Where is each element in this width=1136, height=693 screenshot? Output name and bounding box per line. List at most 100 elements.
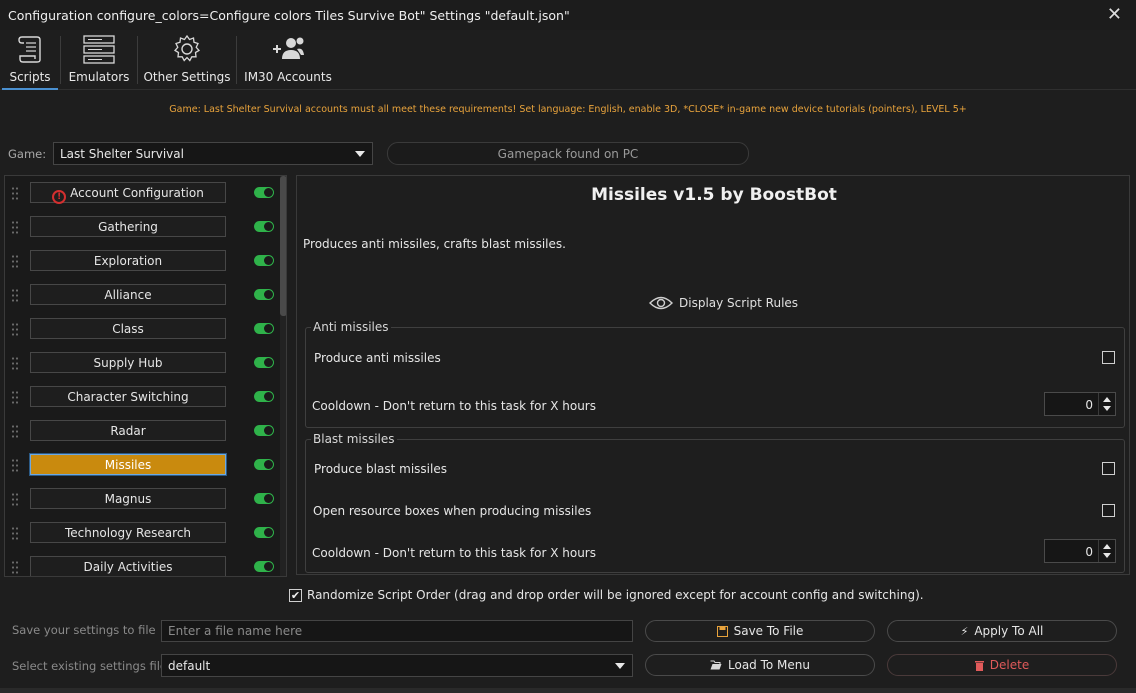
window-title: Configuration configure_colors=Configure… [8, 8, 570, 23]
game-select-value: Last Shelter Survival [60, 147, 184, 161]
anti-cooldown-label: Cooldown - Don't return to this task for… [312, 399, 596, 413]
title-bar: Configuration configure_colors=Configure… [0, 0, 1136, 30]
display-rules-button[interactable]: Display Script Rules [649, 293, 798, 313]
script-list: ! Account Configuration Gathering Explora… [4, 175, 287, 577]
script-label: Account Configuration [70, 186, 204, 200]
open-boxes-label: Open resource boxes when producing missi… [313, 504, 592, 518]
script-button[interactable]: Alliance [30, 284, 226, 305]
game-select[interactable]: Last Shelter Survival [53, 142, 373, 165]
drag-handle-icon[interactable] [11, 390, 19, 404]
list-item: Class [5, 312, 280, 346]
script-button[interactable]: Supply Hub [30, 352, 226, 373]
tab-im30-accounts-label: IM30 Accounts [244, 70, 332, 84]
drag-handle-icon[interactable] [11, 356, 19, 370]
group-title: Anti missiles [311, 320, 391, 334]
script-list-scrollbar[interactable] [280, 176, 286, 576]
drag-handle-icon[interactable] [11, 220, 19, 234]
tab-other-settings[interactable]: Other Settings [143, 30, 231, 90]
stepper-arrows[interactable] [1098, 393, 1115, 415]
script-button-selected[interactable]: Missiles [29, 453, 227, 476]
list-item: ! Account Configuration [5, 176, 280, 210]
list-item: Daily Activities [5, 550, 280, 576]
chevron-down-icon[interactable] [1103, 406, 1111, 411]
script-button[interactable]: Gathering [30, 216, 226, 237]
save-to-file-label: Save To File [733, 624, 804, 638]
randomize-option[interactable]: ✔ Randomize Script Order (drag and drop … [289, 587, 924, 603]
script-toggle[interactable] [254, 187, 274, 198]
script-button[interactable]: Technology Research [30, 522, 226, 543]
load-to-menu-button[interactable]: Load To Menu [645, 654, 875, 676]
chevron-down-icon [615, 663, 625, 669]
script-toggle[interactable] [254, 391, 274, 402]
delete-button[interactable]: Delete [887, 654, 1117, 676]
drag-handle-icon[interactable] [11, 254, 19, 268]
toolbar-divider [60, 36, 61, 84]
settings-file-select[interactable]: default [161, 654, 633, 677]
toolbar: Scripts Emulators Other Settings IM30 Ac… [0, 30, 1136, 90]
script-toggle[interactable] [254, 493, 274, 504]
blast-cooldown-stepper[interactable]: 0 [1044, 539, 1116, 563]
script-toggle[interactable] [254, 323, 274, 334]
tab-im30-accounts[interactable]: IM30 Accounts [244, 30, 332, 90]
settings-file-value: default [168, 659, 211, 673]
save-to-file-button[interactable]: Save To File [645, 620, 875, 642]
tab-emulators-label: Emulators [68, 70, 130, 84]
script-toggle[interactable] [254, 221, 274, 232]
stepper-arrows[interactable] [1098, 540, 1115, 562]
script-button[interactable]: Magnus [30, 488, 226, 509]
tab-emulators[interactable]: Emulators [66, 30, 132, 90]
script-toggle[interactable] [254, 255, 274, 266]
drag-handle-icon[interactable] [11, 560, 19, 574]
apply-to-all-button[interactable]: ⚡ Apply To All [887, 620, 1117, 642]
chevron-down-icon[interactable] [1103, 553, 1111, 558]
gear-icon [143, 30, 231, 64]
produce-blast-checkbox[interactable] [1102, 462, 1115, 475]
randomize-label: Randomize Script Order (drag and drop or… [307, 588, 924, 602]
select-settings-label: Select existing settings file [12, 659, 167, 673]
toolbar-divider [137, 36, 138, 84]
script-toggle[interactable] [254, 459, 274, 470]
drag-handle-icon[interactable] [11, 458, 19, 472]
script-label: Missiles [104, 458, 152, 472]
script-label: Radar [110, 424, 146, 438]
display-rules-label: Display Script Rules [679, 296, 799, 310]
tab-scripts[interactable]: Scripts [2, 30, 58, 90]
produce-anti-checkbox[interactable] [1102, 351, 1115, 364]
drag-handle-icon[interactable] [11, 186, 19, 200]
script-button[interactable]: ! Account Configuration [30, 182, 226, 204]
requirements-notice: Game: Last Shelter Survival accounts mus… [169, 104, 967, 115]
apply-to-all-label: Apply To All [974, 624, 1044, 638]
drag-handle-icon[interactable] [11, 322, 19, 336]
chevron-up-icon[interactable] [1103, 397, 1111, 402]
stepper-value: 0 [1085, 398, 1093, 412]
blast-missiles-group: Blast missiles Produce blast missiles Op… [305, 432, 1125, 573]
gamepack-status-button[interactable]: Gamepack found on PC [387, 142, 749, 165]
script-toggle[interactable] [254, 425, 274, 436]
script-toggle[interactable] [254, 561, 274, 572]
scrollbar-thumb[interactable] [280, 176, 286, 316]
open-boxes-checkbox[interactable] [1102, 504, 1115, 517]
drag-handle-icon[interactable] [11, 492, 19, 506]
script-toggle[interactable] [254, 527, 274, 538]
close-icon[interactable]: ✕ [1107, 4, 1122, 25]
script-button[interactable]: Character Switching [30, 386, 226, 407]
chevron-up-icon[interactable] [1103, 544, 1111, 549]
drag-handle-icon[interactable] [11, 288, 19, 302]
anti-cooldown-stepper[interactable]: 0 [1044, 392, 1116, 416]
script-button[interactable]: Class [30, 318, 226, 339]
script-toggle[interactable] [254, 357, 274, 368]
load-to-menu-label: Load To Menu [728, 658, 810, 672]
randomize-checkbox[interactable]: ✔ [289, 588, 302, 602]
script-button[interactable]: Radar [30, 420, 226, 441]
script-button[interactable]: Daily Activities [30, 556, 226, 576]
game-label: Game: [8, 147, 47, 161]
filename-input[interactable]: Enter a file name here [161, 620, 633, 642]
drag-handle-icon[interactable] [11, 526, 19, 540]
produce-blast-label: Produce blast missiles [314, 462, 447, 476]
anti-missiles-group: Anti missiles Produce anti missiles Cool… [305, 320, 1125, 428]
script-toggle[interactable] [254, 289, 274, 300]
drag-handle-icon[interactable] [11, 424, 19, 438]
game-row: Game: Last Shelter Survival Gamepack fou… [0, 142, 1136, 166]
script-button[interactable]: Exploration [30, 250, 226, 271]
script-label: Technology Research [64, 526, 192, 540]
